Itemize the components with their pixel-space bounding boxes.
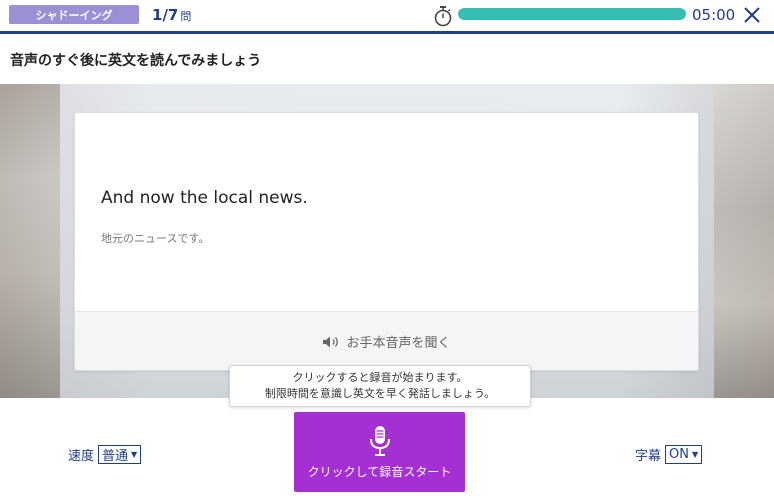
current-question: 1 xyxy=(152,6,163,24)
tooltip-line-2: 制限時間を意識し英文を早く発話しましょう。 xyxy=(264,387,496,400)
japanese-translation: 地元のニュースです。 xyxy=(101,232,210,245)
sentence-card: And now the local news. 地元のニュースです。 お手本音声… xyxy=(74,112,699,371)
english-sentence: And now the local news. xyxy=(101,188,308,208)
timer-text: 05:00 xyxy=(692,6,736,24)
microphone-icon xyxy=(369,425,390,456)
mode-badge: シャドーイング xyxy=(9,5,139,24)
dropdown-caret-icon: ▼ xyxy=(131,450,138,459)
total-questions: /7 xyxy=(162,6,179,24)
subtitle-label: 字幕 xyxy=(635,449,662,464)
top-bar-divider xyxy=(0,31,774,34)
listen-label: お手本音声を聞く xyxy=(346,336,451,351)
speed-control: 速度 普通 ▼ xyxy=(68,445,142,464)
tooltip-line-1: クリックすると録音が始まります。 xyxy=(292,371,468,384)
record-tooltip: クリックすると録音が始まります。 制限時間を意識し英文を早く発話しましょう。 xyxy=(229,365,531,407)
question-unit: 問 xyxy=(180,10,192,23)
question-counter: 1/7 問 xyxy=(152,6,191,24)
speed-select[interactable]: 普通 ▼ xyxy=(98,445,142,464)
close-icon[interactable] xyxy=(741,4,763,26)
record-start-button[interactable]: クリックして録音スタート xyxy=(294,412,465,492)
top-bar: シャドーイング 1/7 問 05:00 xyxy=(0,0,774,32)
background-image-left xyxy=(0,84,60,398)
subtitle-value: ON xyxy=(669,447,689,462)
stopwatch-icon xyxy=(434,6,452,27)
instruction-text: 音声のすぐ後に英文を読んでみましょう xyxy=(10,53,262,69)
subtitle-select[interactable]: ON ▼ xyxy=(665,445,703,464)
speed-label: 速度 xyxy=(68,449,95,464)
timer-bar xyxy=(458,8,686,20)
listen-model-audio-button[interactable]: お手本音声を聞く xyxy=(75,311,698,370)
background-image-right xyxy=(714,84,774,398)
subtitle-control: 字幕 ON ▼ xyxy=(635,445,703,464)
speed-value: 普通 xyxy=(102,449,129,464)
speaker-icon xyxy=(323,336,339,347)
dropdown-caret-icon: ▼ xyxy=(691,450,699,459)
record-button-label: クリックして録音スタート xyxy=(307,464,452,479)
timer-bar-fill xyxy=(458,8,686,20)
